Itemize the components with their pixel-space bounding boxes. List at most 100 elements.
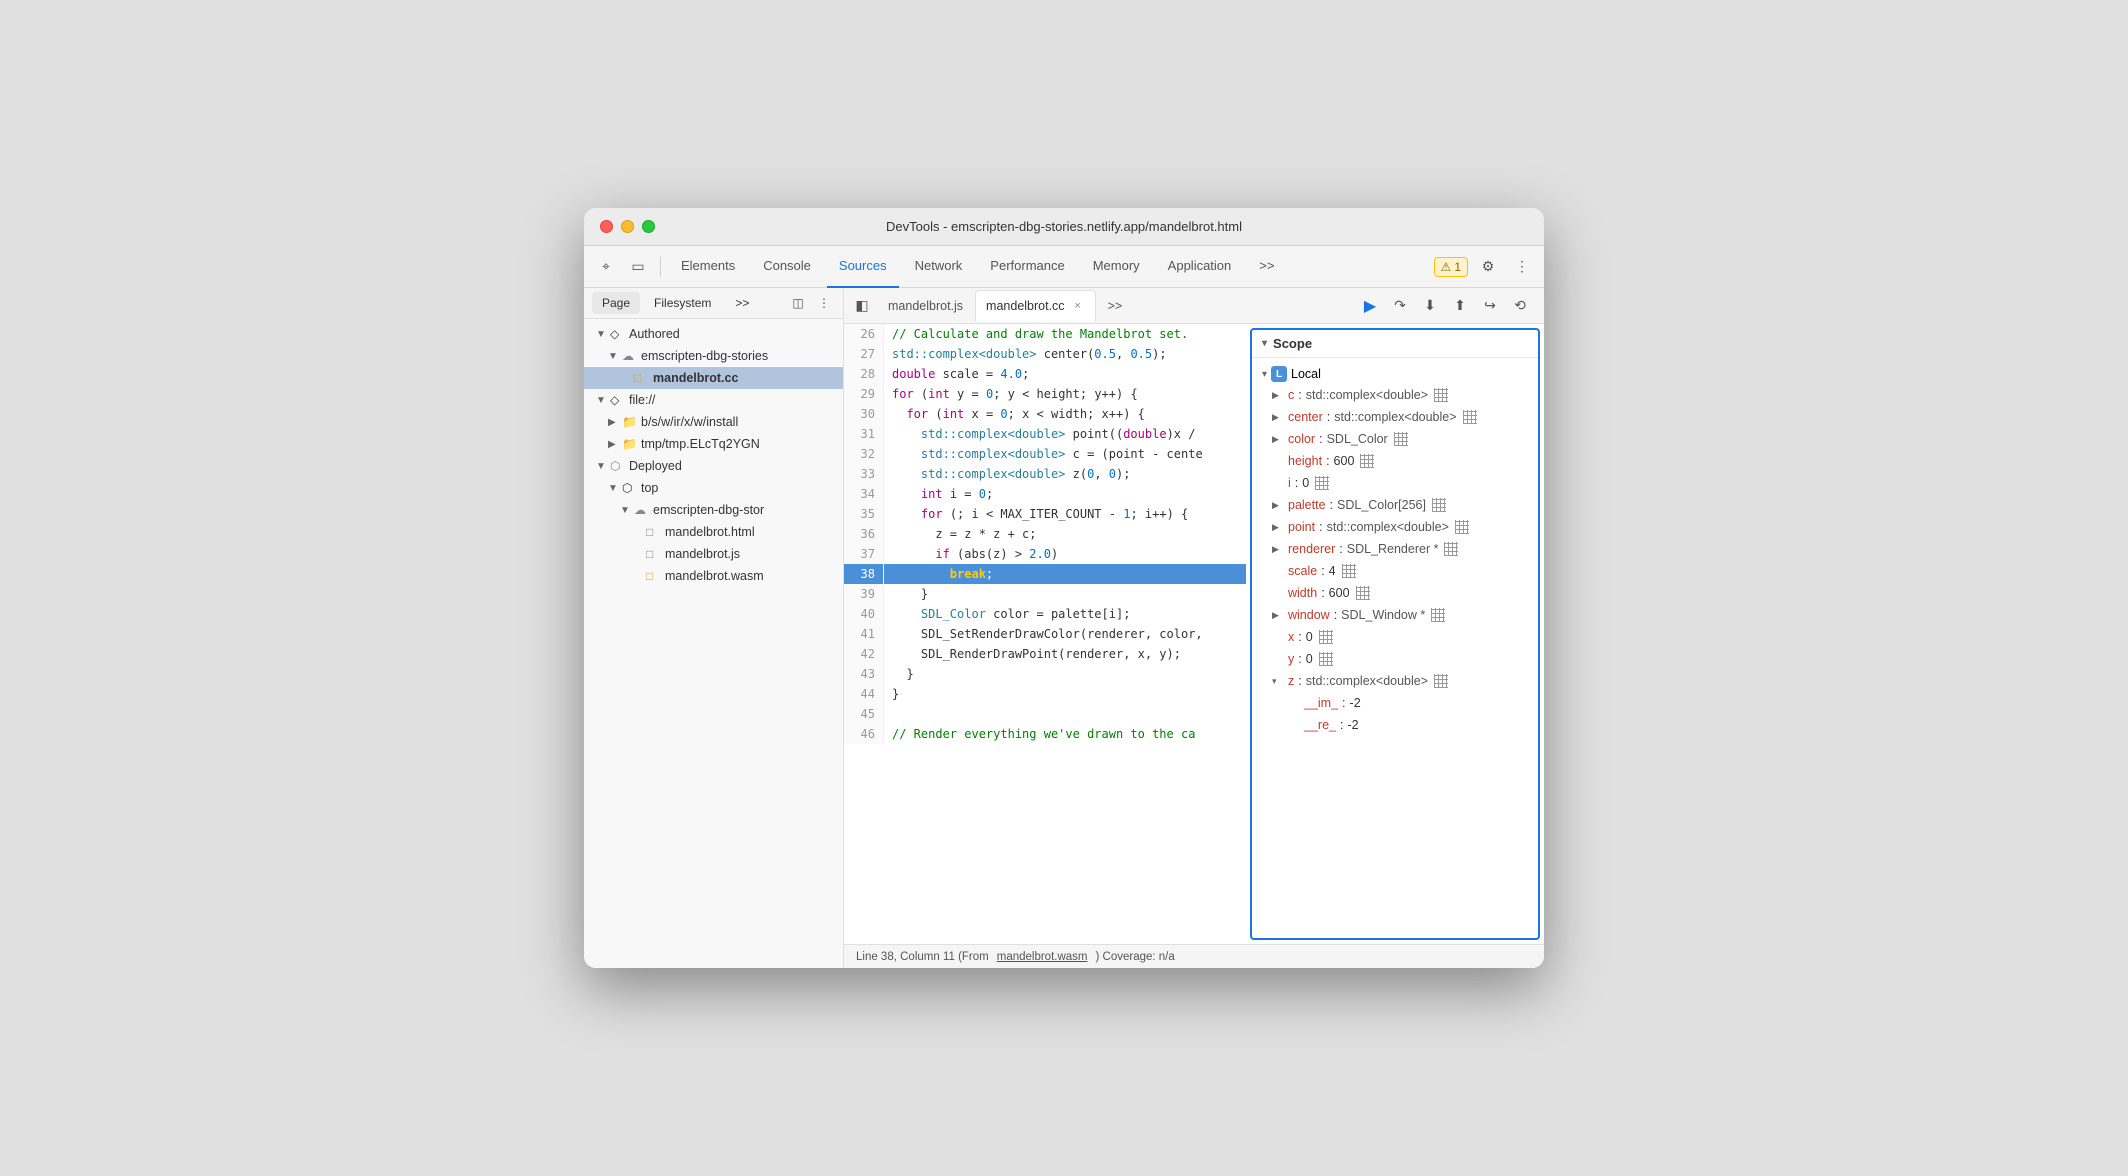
step-out-button[interactable]: ⬆ — [1448, 294, 1472, 318]
scope-item-color[interactable]: ▶ color : SDL_Color — [1252, 428, 1538, 450]
file-html-icon: □ — [646, 525, 662, 539]
step-button[interactable]: ↪ — [1478, 294, 1502, 318]
scope-collapse-arrow[interactable]: ▾ — [1262, 338, 1267, 349]
code-content-40: SDL_Color color = palette[i]; — [884, 604, 1138, 624]
wasm-label: mandelbrot.wasm — [665, 569, 764, 583]
scope-item-x[interactable]: x : 0 — [1252, 626, 1538, 648]
file-wasm-icon: □ — [646, 569, 662, 583]
line-num-45: 45 — [844, 704, 884, 724]
sidebar-tab-page[interactable]: Page — [592, 292, 640, 314]
editor-tabs: ◧ mandelbrot.js mandelbrot.cc × >> ▶ ↷ ⬇… — [844, 288, 1544, 324]
scope-item-renderer[interactable]: ▶ renderer : SDL_Renderer * — [1252, 538, 1538, 560]
tab-elements[interactable]: Elements — [669, 246, 747, 288]
tab-sources[interactable]: Sources — [827, 246, 899, 288]
code-line-45: 45 — [844, 704, 1246, 724]
code-editor[interactable]: 26 // Calculate and draw the Mandelbrot … — [844, 324, 1246, 944]
tab-close-icon[interactable]: × — [1071, 299, 1085, 313]
tree-section-file[interactable]: ▼ ◇ file:// — [584, 389, 843, 411]
color-grid-icon — [1394, 432, 1408, 446]
sidebar-toggle-icon[interactable]: ◫ — [787, 292, 809, 314]
scope-item-height[interactable]: height : 600 — [1252, 450, 1538, 472]
tab-mandelbrot-cc[interactable]: mandelbrot.cc × — [975, 290, 1096, 322]
width-separator: : — [1321, 583, 1324, 603]
i-key: i — [1288, 473, 1291, 493]
line-num-33: 33 — [844, 464, 884, 484]
tree-section-authored[interactable]: ▼ ◇ Authored — [584, 323, 843, 345]
tree-arrow-file: ▼ — [596, 395, 610, 406]
html-label: mandelbrot.html — [665, 525, 755, 539]
tree-section-deployed[interactable]: ▼ ⬡ Deployed — [584, 455, 843, 477]
inspector-icon[interactable]: ⌖ — [592, 253, 620, 281]
sidebar-tab-more[interactable]: >> — [725, 292, 759, 314]
step-into-button[interactable]: ⬇ — [1418, 294, 1442, 318]
scope-item-width[interactable]: width : 600 — [1252, 582, 1538, 604]
scope-item-im[interactable]: __im_ : -2 — [1252, 692, 1538, 714]
scope-item-re[interactable]: __re_ : -2 — [1252, 714, 1538, 736]
tab-console[interactable]: Console — [751, 246, 823, 288]
code-content-46: // Render everything we've drawn to the … — [884, 724, 1203, 744]
window-expand-icon: ▶ — [1272, 605, 1284, 625]
im-val: -2 — [1350, 693, 1361, 713]
i-val: 0 — [1302, 473, 1309, 493]
step-over-button[interactable]: ↷ — [1388, 294, 1412, 318]
z-type: std::complex<double> — [1306, 671, 1428, 691]
diamond-icon: ◇ — [610, 327, 626, 341]
scope-item-c[interactable]: ▶ c : std::complex<double> — [1252, 384, 1538, 406]
center-type: std::complex<double> — [1334, 407, 1456, 427]
tree-item-emscripten-cloud[interactable]: ▼ ☁ emscripten-dbg-stories — [584, 345, 843, 367]
scale-separator: : — [1321, 561, 1324, 581]
tree-item-html[interactable]: □ mandelbrot.html — [584, 521, 843, 543]
tree-item-wasm[interactable]: □ mandelbrot.wasm — [584, 565, 843, 587]
sidebar-more-icon[interactable]: ⋮ — [813, 292, 835, 314]
tree-item-tmp[interactable]: ▶ 📁 tmp/tmp.ELcTq2YGN — [584, 433, 843, 455]
traffic-lights — [600, 220, 655, 233]
devtools-toolbar: ⌖ ▭ Elements Console Sources Network Per… — [584, 246, 1544, 288]
scope-item-scale[interactable]: scale : 4 — [1252, 560, 1538, 582]
line-num-40: 40 — [844, 604, 884, 624]
deactivate-button[interactable]: ⟲ — [1508, 294, 1532, 318]
scope-item-palette[interactable]: ▶ palette : SDL_Color[256] — [1252, 494, 1538, 516]
scope-item-window[interactable]: ▶ window : SDL_Window * — [1252, 604, 1538, 626]
sidebar-tab-filesystem[interactable]: Filesystem — [644, 292, 721, 314]
minimize-button[interactable] — [621, 220, 634, 233]
tree-item-bsw[interactable]: ▶ 📁 b/s/w/ir/x/w/install — [584, 411, 843, 433]
warning-icon: ⚠ — [1441, 260, 1452, 274]
tab-more-editor[interactable]: >> — [1098, 290, 1133, 322]
folder-icon-1: 📁 — [622, 415, 638, 429]
tab-more[interactable]: >> — [1247, 246, 1286, 288]
tree-item-deployed-cloud[interactable]: ▼ ☁ emscripten-dbg-stor — [584, 499, 843, 521]
file-js-icon: □ — [646, 547, 662, 561]
scope-item-y[interactable]: y : 0 — [1252, 648, 1538, 670]
scope-item-point[interactable]: ▶ point : std::complex<double> — [1252, 516, 1538, 538]
point-key: point — [1288, 517, 1315, 537]
tab-js-label: mandelbrot.js — [888, 299, 963, 313]
tab-memory[interactable]: Memory — [1081, 246, 1152, 288]
scope-item-center[interactable]: ▶ center : std::complex<double> — [1252, 406, 1538, 428]
settings-icon[interactable]: ⚙ — [1474, 253, 1502, 281]
device-toolbar-icon[interactable]: ▭ — [624, 253, 652, 281]
close-button[interactable] — [600, 220, 613, 233]
scope-local-header[interactable]: ▾ L Local — [1252, 364, 1538, 384]
tab-mandelbrot-js[interactable]: mandelbrot.js — [878, 290, 973, 322]
more-options-icon[interactable]: ⋮ — [1508, 253, 1536, 281]
sidebar-collapse-icon[interactable]: ◧ — [848, 292, 876, 320]
tree-item-top[interactable]: ▼ ⬡ top — [584, 477, 843, 499]
status-wasm-link[interactable]: mandelbrot.wasm — [997, 951, 1088, 963]
color-expand-icon: ▶ — [1272, 429, 1284, 449]
palette-expand-icon: ▶ — [1272, 495, 1284, 515]
scope-item-i[interactable]: i : 0 — [1252, 472, 1538, 494]
tree-item-js[interactable]: □ mandelbrot.js — [584, 543, 843, 565]
maximize-button[interactable] — [642, 220, 655, 233]
tab-application[interactable]: Application — [1156, 246, 1244, 288]
editor-area: ◧ mandelbrot.js mandelbrot.cc × >> ▶ ↷ ⬇… — [844, 288, 1544, 968]
code-content-27: std::complex<double> center(0.5, 0.5); — [884, 344, 1175, 364]
code-content-43: } — [884, 664, 922, 684]
resume-button[interactable]: ▶ — [1358, 294, 1382, 318]
width-grid-icon — [1356, 586, 1370, 600]
tree-item-mandelbrot-cc[interactable]: □ mandelbrot.cc — [584, 367, 843, 389]
scope-item-z[interactable]: ▾ z : std::complex<double> — [1252, 670, 1538, 692]
warning-badge[interactable]: ⚠ 1 — [1434, 257, 1468, 277]
tab-network[interactable]: Network — [903, 246, 975, 288]
color-type: SDL_Color — [1327, 429, 1388, 449]
tab-performance[interactable]: Performance — [978, 246, 1076, 288]
